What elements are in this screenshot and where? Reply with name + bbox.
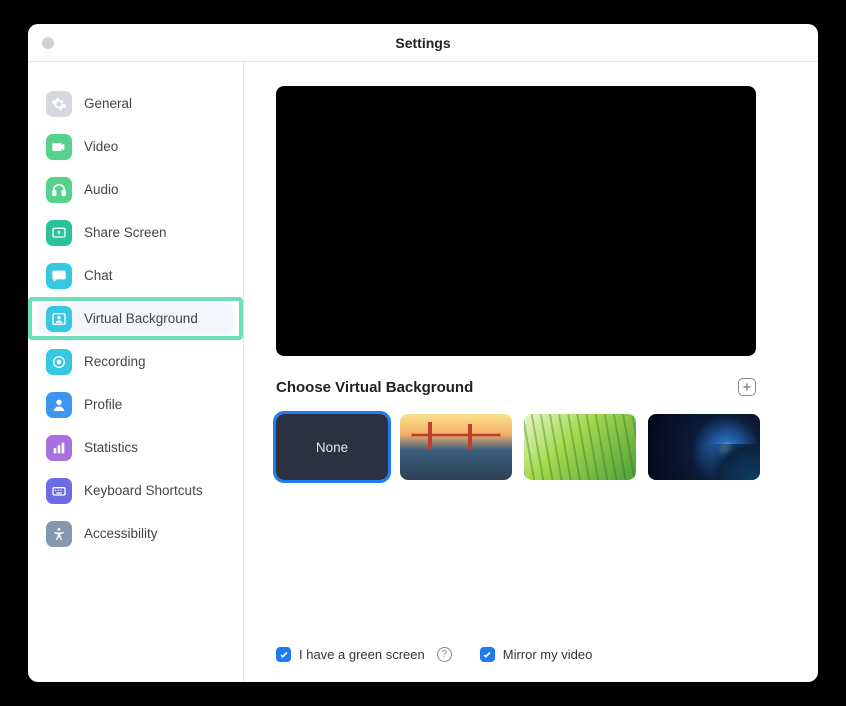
sidebar-item-label: Profile [84,397,122,412]
person-icon [46,392,72,418]
video-preview [276,86,756,356]
sidebar-item-label: Virtual Background [84,311,198,326]
sidebar-item-label: Audio [84,182,119,197]
background-option-space[interactable] [648,414,760,480]
footer-options: I have a green screen ? Mirror my video [276,627,786,662]
background-option-grass[interactable] [524,414,636,480]
sidebar-item-label: General [84,96,132,111]
sidebar-item-audio[interactable]: Audio [28,168,243,211]
sidebar-item-recording[interactable]: Recording [28,340,243,383]
sidebar-item-label: Statistics [84,440,138,455]
checkbox-checked-icon [480,647,495,662]
window-body: General Video Audio Share Screen [28,62,818,682]
sidebar-item-label: Recording [84,354,146,369]
sidebar-item-profile[interactable]: Profile [28,383,243,426]
green-screen-checkbox[interactable]: I have a green screen ? [276,647,452,662]
close-window-button[interactable] [42,37,54,49]
checkbox-label: Mirror my video [503,647,593,662]
background-thumbnails: None [276,414,786,480]
camera-icon [46,134,72,160]
accessibility-icon [46,521,72,547]
sidebar-item-label: Video [84,139,118,154]
main-panel: Choose Virtual Background None I [244,62,818,682]
sidebar-item-chat[interactable]: Chat [28,254,243,297]
settings-window: Settings General Video Audio [28,24,818,682]
background-option-none[interactable]: None [276,414,388,480]
record-icon [46,349,72,375]
window-title: Settings [28,35,818,51]
sidebar-item-label: Chat [84,268,113,283]
section-header: Choose Virtual Background [276,378,756,396]
background-option-bridge[interactable] [400,414,512,480]
sidebar-item-share-screen[interactable]: Share Screen [28,211,243,254]
thumb-label: None [316,440,348,455]
share-icon [46,220,72,246]
chat-icon [46,263,72,289]
sidebar-item-label: Accessibility [84,526,158,541]
sidebar-item-virtual-background[interactable]: Virtual Background [28,297,243,340]
sidebar-item-label: Share Screen [84,225,167,240]
keyboard-icon [46,478,72,504]
help-icon[interactable]: ? [437,647,452,662]
section-title: Choose Virtual Background [276,379,473,396]
titlebar: Settings [28,24,818,62]
add-background-button[interactable] [738,378,756,396]
checkbox-label: I have a green screen [299,647,425,662]
checkbox-checked-icon [276,647,291,662]
sidebar: General Video Audio Share Screen [28,62,244,682]
sidebar-item-statistics[interactable]: Statistics [28,426,243,469]
mirror-video-checkbox[interactable]: Mirror my video [480,647,593,662]
sidebar-item-label: Keyboard Shortcuts [84,483,203,498]
sidebar-item-keyboard-shortcuts[interactable]: Keyboard Shortcuts [28,469,243,512]
sidebar-item-video[interactable]: Video [28,125,243,168]
gear-icon [46,91,72,117]
headphones-icon [46,177,72,203]
sidebar-item-general[interactable]: General [28,82,243,125]
sidebar-item-accessibility[interactable]: Accessibility [28,512,243,555]
person-frame-icon [46,306,72,332]
stats-icon [46,435,72,461]
